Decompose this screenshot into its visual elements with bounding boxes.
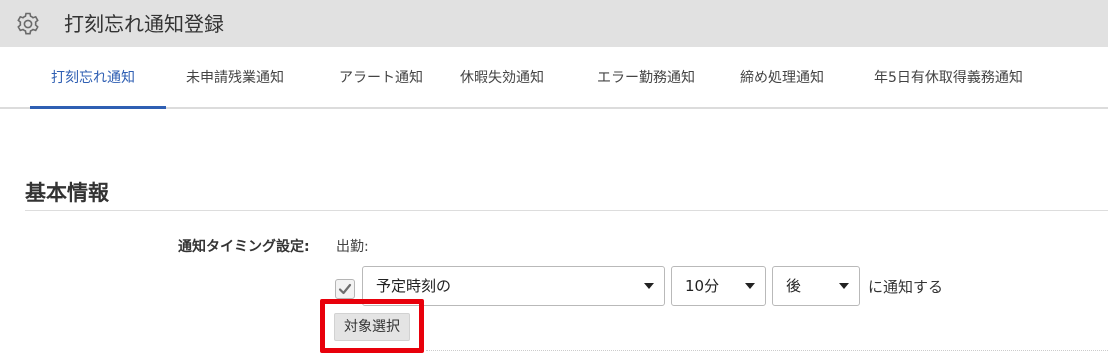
tab-paid-leave-obligation[interactable]: 年5日有休取得義務通知 [874, 47, 1023, 109]
chevron-down-icon [839, 283, 849, 289]
tab-leave-expiry[interactable]: 休暇失効通知 [460, 47, 544, 109]
direction-select[interactable]: 後 [772, 266, 860, 306]
chevron-down-icon [745, 283, 755, 289]
tab-punch-reminder[interactable]: 打刻忘れ通知 [51, 47, 135, 109]
active-tab-indicator [30, 106, 166, 109]
tab-closing-process[interactable]: 締め処理通知 [740, 47, 824, 109]
minutes-select-value: 10分 [685, 277, 720, 295]
check-icon [338, 283, 352, 295]
timing-setting-label: 通知タイミング設定: [178, 239, 310, 255]
section-divider [25, 210, 1108, 211]
page-title: 打刻忘れ通知登録 [64, 12, 224, 36]
tab-unrequested-overtime[interactable]: 未申請残業通知 [186, 47, 284, 109]
tab-alert[interactable]: アラート通知 [339, 47, 423, 109]
section-title: 基本情報 [25, 181, 109, 205]
target-select-button[interactable]: 対象選択 [334, 313, 410, 341]
chevron-down-icon [644, 283, 654, 289]
tab-bar: 打刻忘れ通知 未申請残業通知 アラート通知 休暇失効通知 エラー勤務通知 締め処… [0, 47, 1108, 109]
enable-checkbox[interactable] [335, 279, 355, 299]
direction-select-value: 後 [786, 277, 802, 295]
page: 打刻忘れ通知登録 打刻忘れ通知 未申請残業通知 アラート通知 休暇失効通知 エラ… [0, 0, 1108, 359]
row-divider [426, 350, 1108, 351]
minutes-select[interactable]: 10分 [671, 266, 766, 306]
tab-error-attendance[interactable]: エラー勤務通知 [597, 47, 695, 109]
gear-icon[interactable] [15, 11, 41, 37]
attendance-label: 出勤: [336, 239, 369, 255]
page-header: 打刻忘れ通知登録 [0, 0, 1108, 47]
notify-suffix: に通知する [868, 278, 944, 296]
